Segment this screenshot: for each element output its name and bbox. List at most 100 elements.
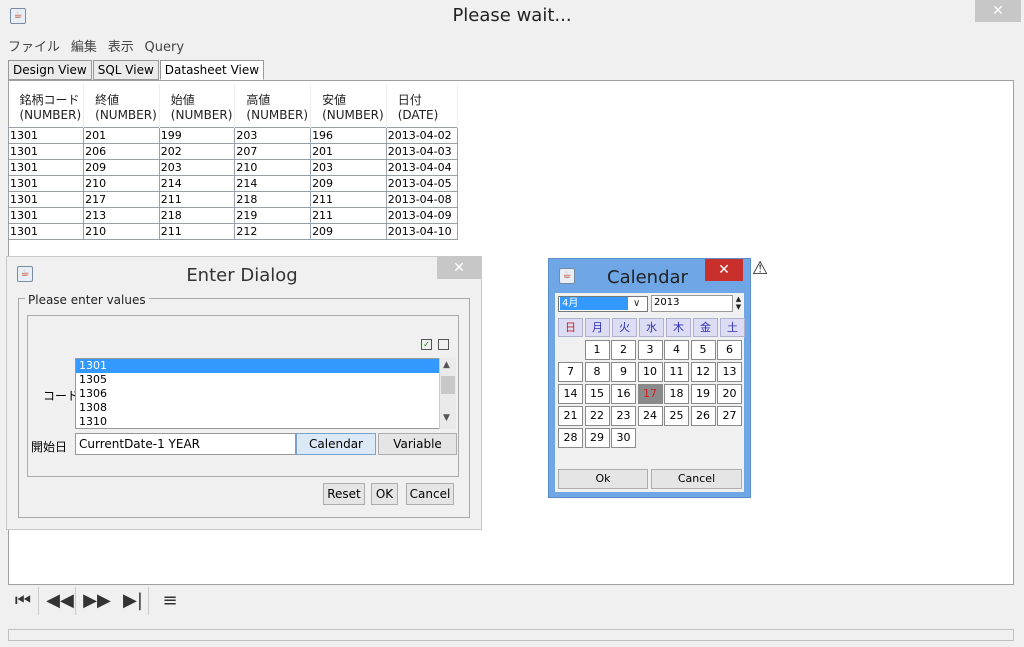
table-cell[interactable]: 217 — [83, 190, 160, 208]
calendar-day[interactable]: 15 — [584, 384, 610, 404]
select-all-icon[interactable]: ✓ — [421, 339, 432, 350]
spin-up-icon[interactable]: ▲ — [734, 295, 743, 303]
calendar-day[interactable]: 22 — [584, 406, 610, 426]
year-spinner[interactable]: ▲ ▼ — [734, 295, 743, 312]
table-cell[interactable]: 1301 — [7, 206, 85, 224]
table-cell[interactable]: 2013-04-05 — [385, 174, 458, 192]
table-cell[interactable]: 219 — [234, 206, 312, 224]
table-cell[interactable]: 207 — [234, 142, 312, 160]
calendar-day[interactable]: 3 — [637, 340, 663, 360]
table-cell[interactable]: 2013-04-08 — [385, 190, 458, 208]
calendar-day[interactable]: 11 — [664, 362, 689, 382]
cancel-button[interactable]: Cancel — [406, 483, 454, 505]
calendar-day[interactable]: 16 — [611, 384, 636, 404]
table-cell[interactable]: 202 — [158, 142, 236, 160]
table-cell[interactable]: 203 — [158, 158, 236, 176]
table-cell[interactable]: 203 — [234, 126, 312, 144]
scroll-down-icon[interactable]: ▼ — [443, 413, 450, 423]
list-item[interactable]: 1305 — [76, 373, 454, 387]
calendar-day[interactable]: 7 — [558, 362, 583, 382]
chevron-down-icon[interactable]: ∨ — [633, 297, 640, 311]
variable-button[interactable]: Variable — [378, 433, 457, 455]
table-cell[interactable]: 1301 — [7, 158, 85, 176]
table-cell[interactable]: 214 — [158, 174, 236, 192]
table-cell[interactable]: 1301 — [7, 142, 85, 160]
column-header[interactable]: 高値 (NUMBER) — [234, 84, 312, 127]
list-item[interactable]: 1308 — [76, 401, 454, 415]
table-cell[interactable]: 201 — [310, 142, 387, 160]
last-record-icon[interactable]: ▶| — [118, 587, 149, 615]
column-header[interactable]: 銘柄コード (NUMBER) — [8, 84, 85, 127]
menu-file[interactable]: ファイル — [8, 36, 60, 55]
table-cell[interactable]: 2013-04-03 — [385, 142, 458, 160]
calendar-day[interactable]: 24 — [637, 406, 663, 426]
table-cell[interactable]: 211 — [158, 222, 236, 240]
table-row[interactable]: 1301 213 218 219 211 2013-04-09 — [7, 206, 458, 224]
calendar-day[interactable]: 17 — [637, 384, 663, 404]
table-cell[interactable]: 201 — [83, 126, 160, 144]
table-cell[interactable]: 209 — [310, 222, 387, 240]
list-item[interactable]: 1306 — [76, 387, 454, 401]
calendar-day[interactable]: 4 — [664, 340, 689, 360]
scroll-thumb[interactable] — [441, 376, 455, 394]
table-cell[interactable]: 211 — [310, 206, 387, 224]
table-cell[interactable]: 196 — [310, 126, 387, 144]
table-cell[interactable]: 209 — [310, 174, 387, 192]
table-cell[interactable]: 1301 — [7, 126, 85, 144]
column-header[interactable]: 安値 (NUMBER) — [310, 84, 387, 127]
calendar-button[interactable]: Calendar — [296, 433, 376, 455]
calendar-day[interactable]: 13 — [717, 362, 742, 382]
table-cell[interactable]: 1301 — [7, 174, 85, 192]
column-header[interactable]: 日付 (DATE) — [386, 84, 458, 127]
report-icon[interactable]: ≡ — [155, 587, 185, 615]
year-input[interactable]: 2013 — [651, 295, 733, 312]
previous-record-icon[interactable]: ◀◀ — [45, 587, 76, 615]
calendar-day[interactable]: 25 — [664, 406, 689, 426]
column-header[interactable]: 始値 (NUMBER) — [159, 84, 236, 127]
month-select[interactable]: 4月 ∨ — [558, 296, 648, 312]
ok-button[interactable]: OK — [371, 483, 398, 505]
tab-design-view[interactable]: Design View — [8, 60, 92, 80]
calendar-day[interactable]: 9 — [611, 362, 636, 382]
calendar-day[interactable]: 5 — [690, 340, 716, 360]
close-icon[interactable]: ✕ — [975, 0, 1021, 22]
close-icon[interactable]: ✕ — [437, 257, 481, 279]
table-cell[interactable]: 203 — [310, 158, 387, 176]
calendar-day[interactable]: 2 — [611, 340, 636, 360]
table-cell[interactable]: 206 — [83, 142, 160, 160]
table-cell[interactable]: 210 — [83, 222, 160, 240]
table-cell[interactable]: 214 — [234, 174, 312, 192]
calendar-day[interactable]: 19 — [690, 384, 716, 404]
table-row[interactable]: 1301 209 203 210 203 2013-04-04 — [7, 158, 458, 176]
table-cell[interactable]: 1301 — [7, 190, 85, 208]
calendar-day[interactable]: 21 — [558, 406, 583, 426]
calendar-day[interactable]: 12 — [690, 362, 716, 382]
next-record-icon[interactable]: ▶▶ — [82, 587, 112, 615]
table-cell[interactable]: 213 — [83, 206, 160, 224]
calendar-day[interactable]: 14 — [558, 384, 583, 404]
table-cell[interactable]: 218 — [234, 190, 312, 208]
calendar-day[interactable]: 10 — [637, 362, 663, 382]
table-cell[interactable]: 199 — [158, 126, 236, 144]
table-row[interactable]: 1301 210 211 212 209 2013-04-10 — [7, 222, 458, 240]
close-icon[interactable]: ✕ — [705, 259, 743, 281]
calendar-day[interactable]: 1 — [584, 340, 610, 360]
menu-query[interactable]: Query — [145, 40, 185, 55]
table-cell[interactable]: 2013-04-04 — [385, 158, 458, 176]
table-cell[interactable]: 212 — [234, 222, 312, 240]
table-row[interactable]: 1301 201 199 203 196 2013-04-02 — [7, 126, 458, 144]
deselect-all-icon[interactable] — [438, 339, 449, 350]
table-row[interactable]: 1301 217 211 218 211 2013-04-08 — [7, 190, 458, 208]
calendar-day[interactable]: 30 — [611, 428, 636, 448]
table-row[interactable]: 1301 210 214 214 209 2013-04-05 — [7, 174, 458, 192]
list-item[interactable]: 1301 — [76, 359, 454, 373]
calendar-day[interactable]: 6 — [717, 340, 742, 360]
table-cell[interactable]: 210 — [83, 174, 160, 192]
table-cell[interactable]: 2013-04-10 — [385, 222, 458, 240]
list-scrollbar[interactable]: ▲ ▼ — [439, 358, 456, 429]
tab-datasheet-view[interactable]: Datasheet View — [159, 60, 265, 80]
calendar-day[interactable]: 27 — [717, 406, 742, 426]
calendar-day[interactable]: 18 — [664, 384, 689, 404]
start-date-input[interactable]: CurrentDate-1 YEAR — [75, 433, 296, 455]
table-cell[interactable]: 211 — [310, 190, 387, 208]
